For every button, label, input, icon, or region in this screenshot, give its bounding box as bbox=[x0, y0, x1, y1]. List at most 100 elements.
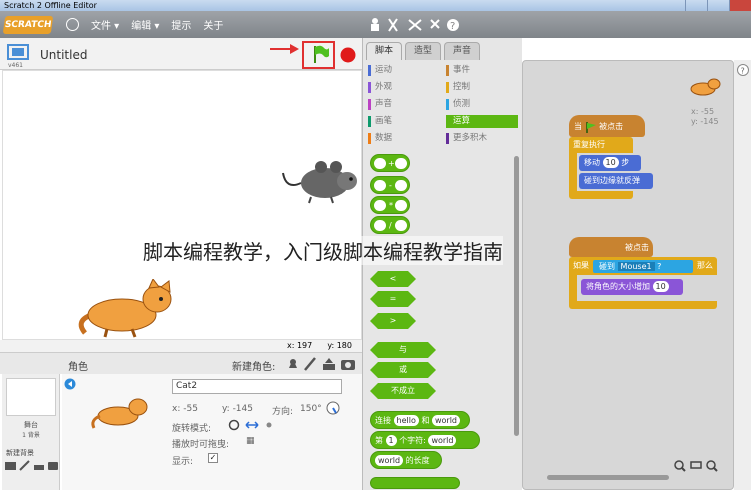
fullscreen-icon[interactable] bbox=[7, 44, 29, 62]
sprite-info-back-icon[interactable] bbox=[64, 378, 76, 390]
letter-index-input[interactable]: 1 bbox=[385, 435, 397, 446]
change-size-block[interactable]: 将角色的大小增加 10 bbox=[581, 279, 683, 295]
block-multiply[interactable]: * bbox=[370, 196, 410, 214]
move-steps-block[interactable]: 移动 10 步 bbox=[579, 155, 641, 171]
block-join[interactable]: 连接 hello 和 world bbox=[370, 411, 470, 429]
grow-icon[interactable] bbox=[408, 19, 422, 31]
sprites-title: 角色 bbox=[68, 362, 88, 373]
green-flag-icon[interactable] bbox=[312, 44, 330, 64]
script-area[interactable]: x: -55 y: -145 当 被点击 重复执行 移动 10 步 碰到边缘就反… bbox=[522, 60, 734, 490]
block-not[interactable]: 不成立 bbox=[370, 383, 436, 399]
menu-file[interactable]: 文件 ▾ bbox=[91, 17, 119, 32]
mouse-sprite[interactable] bbox=[281, 155, 361, 205]
palette-scrollbar[interactable] bbox=[513, 150, 520, 490]
s1-bounce-label: 碰到边缘就反弹 bbox=[584, 176, 640, 185]
block-divide[interactable]: / bbox=[370, 216, 410, 234]
letter-word-input[interactable]: world bbox=[428, 435, 457, 446]
block-equals[interactable]: = bbox=[370, 291, 416, 307]
touching-block[interactable]: 碰到 Mouse1 ? bbox=[593, 260, 693, 273]
join-input-b[interactable]: world bbox=[431, 415, 461, 426]
block-subtract[interactable]: - bbox=[370, 176, 410, 194]
project-name[interactable]: Untitled bbox=[40, 48, 87, 62]
tab-scripts[interactable]: 脚本 bbox=[366, 42, 403, 60]
op-or-label: 或 bbox=[399, 365, 407, 374]
duplicate-icon[interactable] bbox=[371, 18, 379, 31]
stage-thumbnail[interactable] bbox=[6, 378, 56, 416]
sprite-x-readout: x: -55 bbox=[172, 404, 198, 414]
block-mod-partial[interactable] bbox=[370, 477, 460, 489]
block-or[interactable]: 或 bbox=[370, 362, 436, 378]
category-looks[interactable]: 外观 bbox=[368, 81, 440, 94]
rotation-style-options bbox=[228, 419, 272, 431]
join-input-a[interactable]: hello bbox=[393, 415, 419, 426]
minimize-button[interactable] bbox=[685, 0, 707, 11]
script-area-hscrollbar[interactable] bbox=[547, 475, 669, 480]
zoom-out-icon[interactable] bbox=[674, 460, 686, 472]
category-more-blocks[interactable]: 更多积木 bbox=[446, 132, 518, 145]
camera-icon[interactable] bbox=[341, 360, 355, 370]
block-greater-than[interactable]: > bbox=[370, 313, 416, 329]
zoom-reset-icon[interactable] bbox=[690, 461, 702, 469]
maximize-button[interactable] bbox=[707, 0, 729, 11]
s2-target-dropdown[interactable]: Mouse1 bbox=[617, 262, 655, 271]
zoom-in-icon[interactable] bbox=[706, 460, 718, 472]
watermark-caption: 脚本编程教学，入门级脚本编程教学指南 bbox=[143, 236, 503, 265]
category-control[interactable]: 控制 bbox=[446, 81, 518, 94]
new-backdrop-tools bbox=[5, 460, 58, 471]
tab-costumes[interactable]: 造型 bbox=[405, 42, 442, 60]
left-right-icon[interactable] bbox=[245, 421, 259, 429]
dont-rotate-icon[interactable] bbox=[266, 422, 272, 428]
rotate-all-around-icon[interactable] bbox=[228, 419, 240, 431]
block-length-of[interactable]: world 的长度 bbox=[370, 451, 442, 469]
help-icon[interactable]: ? bbox=[447, 19, 459, 32]
block-and[interactable]: 与 bbox=[370, 342, 436, 358]
mouse-coordinates: x: 197 y: 180 bbox=[0, 340, 362, 352]
category-events[interactable]: 事件 bbox=[446, 64, 518, 77]
sprite-name-input[interactable]: Cat2 bbox=[172, 379, 342, 394]
sprite-thumbnail-cat[interactable] bbox=[88, 392, 152, 432]
menu-about[interactable]: 关于 bbox=[203, 17, 223, 32]
bounce-block[interactable]: 碰到边缘就反弹 bbox=[579, 173, 653, 189]
zoom-controls bbox=[674, 460, 718, 472]
upload-sprite-icon[interactable] bbox=[323, 358, 335, 370]
stop-icon[interactable] bbox=[340, 47, 356, 63]
menu-edit[interactable]: 编辑 ▾ bbox=[131, 17, 159, 32]
block-letter-of[interactable]: 第 1 个字符: world bbox=[370, 431, 480, 449]
cat-sprite[interactable] bbox=[77, 279, 179, 339]
toolbar-icons: ? bbox=[371, 18, 459, 32]
category-operators[interactable]: 运算 bbox=[446, 115, 518, 128]
cut-icon[interactable] bbox=[388, 18, 398, 32]
when-flag-clicked-block[interactable]: 当 被点击 bbox=[569, 115, 645, 137]
backdrop-camera-icon[interactable] bbox=[48, 462, 58, 470]
category-sound[interactable]: 声音 bbox=[368, 98, 440, 111]
stage-canvas[interactable] bbox=[2, 70, 362, 340]
s2-size-input[interactable]: 10 bbox=[652, 281, 669, 292]
category-motion[interactable]: 运动 bbox=[368, 64, 440, 77]
s2-if-label: 如果 bbox=[573, 261, 589, 270]
globe-icon[interactable] bbox=[66, 18, 79, 31]
close-button[interactable] bbox=[729, 0, 751, 11]
direction-dial-icon[interactable] bbox=[326, 401, 340, 415]
when-flag-clicked-block-2[interactable]: 被点击 bbox=[569, 237, 653, 257]
sprite-library-icon[interactable] bbox=[289, 359, 297, 368]
shrink-icon[interactable] bbox=[430, 19, 440, 29]
help-panel-icon[interactable]: ? bbox=[737, 64, 749, 76]
s1-steps-input[interactable]: 10 bbox=[602, 157, 619, 168]
paint-backdrop-icon[interactable] bbox=[19, 460, 30, 471]
backdrop-library-icon[interactable] bbox=[5, 462, 16, 470]
show-checkbox[interactable]: ✓ bbox=[208, 453, 218, 463]
category-data[interactable]: 数据 bbox=[368, 132, 440, 145]
menu-tips[interactable]: 提示 bbox=[171, 17, 191, 32]
draggable-checkbox[interactable]: ▦ bbox=[246, 436, 255, 446]
upload-backdrop-icon[interactable] bbox=[34, 465, 44, 470]
version-label: v461 bbox=[8, 62, 24, 69]
category-pen[interactable]: 画笔 bbox=[368, 115, 440, 128]
paint-sprite-icon[interactable] bbox=[304, 357, 316, 371]
block-less-than[interactable]: < bbox=[370, 271, 416, 287]
block-add[interactable]: + bbox=[370, 154, 410, 172]
tab-sounds[interactable]: 声音 bbox=[444, 42, 481, 60]
category-sensing[interactable]: 侦测 bbox=[446, 98, 518, 111]
red-arrow-annotation bbox=[270, 44, 299, 54]
window-titlebar: Scratch 2 Offline Editor bbox=[0, 0, 751, 11]
length-word-input[interactable]: world bbox=[375, 455, 404, 466]
